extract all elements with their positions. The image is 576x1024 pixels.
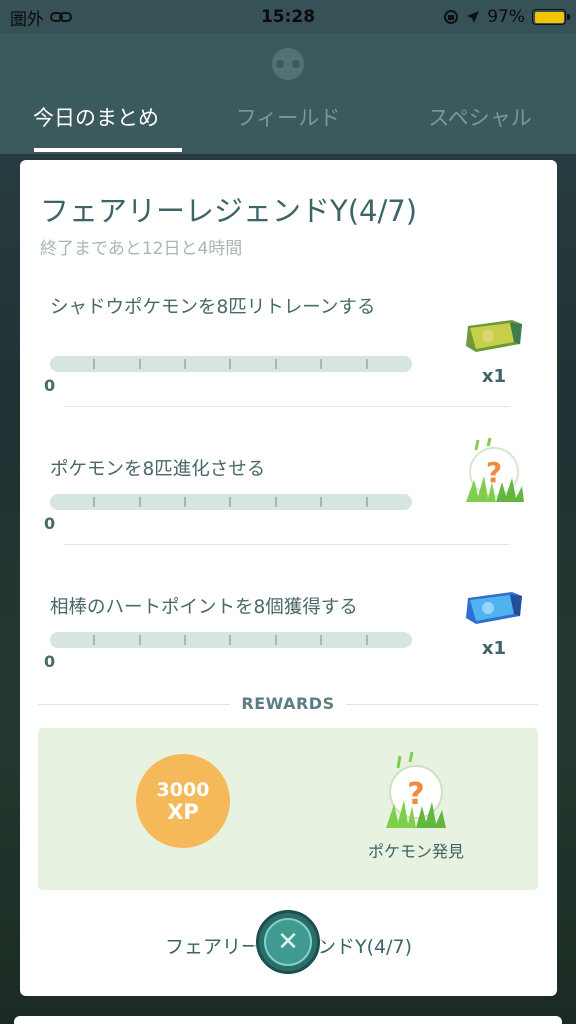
xp-reward-badge: 3000 XP: [136, 754, 230, 848]
carrier-label: 圏外: [10, 9, 44, 30]
tab-special[interactable]: スペシャル: [384, 98, 576, 154]
tab-field[interactable]: フィールド: [192, 98, 384, 154]
task-item: 相棒のハートポイントを8個獲得する 0 x1: [44, 592, 530, 684]
task-progress-bar: [50, 356, 412, 372]
tab-bar: 今日のまとめ フィールド スペシャル: [0, 98, 576, 154]
battery-icon: [532, 9, 570, 25]
task-progress-value: 0: [44, 514, 56, 533]
pokemon-encounter-reward: ? ポケモン発見: [356, 748, 476, 862]
tm-green-item-icon: [466, 320, 522, 352]
rewards-panel: 3000 XP ? ポケモン発見: [38, 728, 538, 890]
emblem-icon: [272, 48, 304, 80]
task-label: 相棒のハートポイントを8個獲得する: [50, 597, 358, 618]
rewards-header: REWARDS: [38, 694, 538, 714]
task-progress-value: 0: [44, 376, 56, 395]
task-progress-bar: [50, 494, 412, 510]
location-arrow-icon: [467, 11, 480, 23]
reward-count: x1: [481, 638, 507, 659]
task-reward: ?: [458, 436, 530, 512]
divider: [64, 544, 510, 545]
research-card: フェアリーレジェンドY(4/7) 終了まであと12日と4時間 シャドウポケモンを…: [20, 160, 557, 996]
research-time-remaining: 終了まであと12日と4時間: [40, 239, 243, 259]
svg-text:?: ?: [486, 456, 502, 489]
tab-today-summary[interactable]: 今日のまとめ: [0, 98, 192, 154]
task-progress-value: 0: [44, 652, 56, 671]
link-icon: [50, 12, 72, 22]
task-label: シャドウポケモンを8匹リトレーンする: [50, 297, 376, 318]
divider: [64, 406, 510, 407]
xp-unit: XP: [167, 800, 199, 824]
battery-percent: 97%: [487, 7, 525, 27]
reward-count: x1: [481, 366, 507, 387]
close-icon: ✕: [264, 918, 312, 966]
task-progress-bar: [50, 632, 412, 648]
rotation-lock-icon: [444, 10, 459, 24]
pokemon-encounter-icon: ?: [466, 437, 524, 502]
xp-amount: 3000: [156, 779, 210, 801]
task-item: シャドウポケモンを8匹リトレーンする 0 x1: [44, 294, 530, 404]
pokemon-encounter-icon: ?: [386, 751, 446, 828]
task-label: ポケモンを8匹進化させる: [50, 459, 266, 480]
status-time: 15:28: [260, 7, 316, 27]
close-button[interactable]: ✕: [256, 910, 320, 974]
header: 今日のまとめ フィールド スペシャル: [0, 34, 576, 154]
rewards-heading: REWARDS: [241, 694, 335, 713]
tm-blue-item-icon: [466, 592, 522, 624]
next-card-peek: [14, 1016, 562, 1024]
task-reward: x1: [458, 586, 530, 659]
status-bar: 圏外 15:28 97%: [0, 0, 576, 34]
task-item: ポケモンを8匹進化させる 0 ?: [44, 437, 530, 546]
research-title: フェアリーレジェンドY(4/7): [40, 194, 418, 228]
pokemon-reward-label: ポケモン発見: [367, 842, 464, 861]
task-reward: x1: [458, 314, 530, 387]
